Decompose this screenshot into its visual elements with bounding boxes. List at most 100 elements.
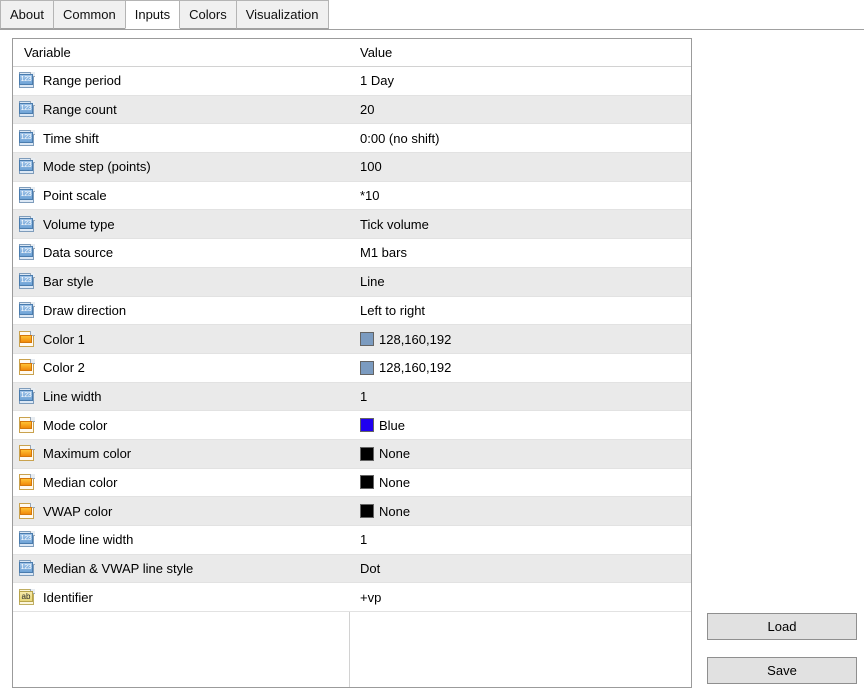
variable-cell: 123 Range period (19, 67, 121, 95)
value-cell[interactable]: Blue (360, 411, 405, 439)
variable-label: Range count (43, 102, 117, 117)
variable-label: VWAP color (43, 504, 112, 519)
table-row[interactable]: Median color None (13, 469, 691, 498)
variable-label: Color 1 (43, 332, 85, 347)
variable-cell: abIdentifier (19, 583, 93, 611)
variable-label: Draw direction (43, 303, 126, 318)
variable-cell: 123Volume type (19, 210, 115, 238)
tab-bar: AboutCommonInputsColorsVisualization (0, 0, 864, 30)
table-row[interactable]: 123 Range period 1 Day (13, 67, 691, 96)
table-row[interactable]: Color 1 128,160,192 (13, 325, 691, 354)
value-cell[interactable]: 0:00 (no shift) (360, 124, 440, 152)
value-cell[interactable]: 100 (360, 153, 382, 181)
color-swatch[interactable] (360, 447, 374, 461)
color-icon (19, 359, 36, 376)
tab-inputs[interactable]: Inputs (125, 0, 180, 29)
value-label: Dot (360, 561, 380, 576)
table-row[interactable]: Color 2128,160,192 (13, 354, 691, 383)
color-swatch[interactable] (360, 418, 374, 432)
table-row[interactable]: 123Median & VWAP line styleDot (13, 555, 691, 584)
variable-label: Maximum color (43, 446, 131, 461)
variable-label: Range period (43, 73, 121, 88)
string-icon: ab (19, 589, 36, 606)
tab-common[interactable]: Common (53, 0, 126, 29)
numeric-icon: 123 (19, 130, 36, 147)
numeric-icon: 123 (19, 187, 36, 204)
value-label: 1 (360, 532, 367, 547)
variable-cell: Median color (19, 469, 117, 497)
value-label: 0:00 (no shift) (360, 131, 440, 146)
variable-label: Point scale (43, 188, 107, 203)
value-cell[interactable]: *10 (360, 182, 380, 210)
column-header-variable: Variable (24, 39, 71, 66)
variable-cell: Maximum color (19, 440, 131, 468)
value-cell[interactable]: 1 (360, 526, 367, 554)
variable-label: Data source (43, 245, 113, 260)
table-row[interactable]: 123Time shift0:00 (no shift) (13, 124, 691, 153)
variable-cell: 123Mode line width (19, 526, 133, 554)
numeric-icon: 123 (19, 72, 36, 89)
variable-cell: Mode color (19, 411, 107, 439)
value-cell[interactable]: Left to right (360, 297, 425, 325)
value-cell[interactable]: None (360, 469, 410, 497)
table-row[interactable]: 123Line width 1 (13, 383, 691, 412)
table-row[interactable]: 123 Data source M1 bars (13, 239, 691, 268)
value-cell[interactable]: None (360, 440, 410, 468)
table-row[interactable]: 123Volume type Tick volume (13, 210, 691, 239)
value-cell[interactable]: 1 Day (360, 67, 394, 95)
value-label: 128,160,192 (379, 360, 451, 375)
color-icon (19, 331, 36, 348)
variable-cell: VWAP color (19, 497, 112, 525)
value-cell[interactable]: Dot (360, 555, 380, 583)
table-row[interactable]: abIdentifier +vp (13, 583, 691, 612)
variable-cell: Color 1 (19, 325, 85, 353)
value-cell[interactable]: Tick volume (360, 210, 429, 238)
table-row[interactable]: Mode color Blue (13, 411, 691, 440)
variable-label: Median & VWAP line style (43, 561, 193, 576)
table-row[interactable]: 123 Range count 20 (13, 96, 691, 125)
variable-cell: 123 Point scale (19, 182, 107, 210)
table-row[interactable]: 123 Point scale *10 (13, 182, 691, 211)
table-row[interactable]: 123Bar style Line (13, 268, 691, 297)
table-row[interactable]: 123Mode line width 1 (13, 526, 691, 555)
value-cell[interactable]: Line (360, 268, 385, 296)
value-label: None (379, 446, 410, 461)
value-cell[interactable]: None (360, 497, 410, 525)
color-icon (19, 503, 36, 520)
variable-label: Mode step (points) (43, 159, 151, 174)
value-label: None (379, 504, 410, 519)
inputs-parameter-table[interactable]: Variable Value 123 Range period 1 Day 123 Ra… (12, 38, 692, 688)
color-swatch[interactable] (360, 475, 374, 489)
save-button[interactable]: Save (707, 657, 857, 684)
tab-visualization[interactable]: Visualization (236, 0, 329, 29)
value-cell[interactable]: +vp (360, 583, 381, 611)
table-row[interactable]: VWAP color None (13, 497, 691, 526)
tab-colors[interactable]: Colors (179, 0, 237, 29)
numeric-icon: 123 (19, 531, 36, 548)
variable-cell: 123Line width (19, 383, 102, 411)
table-row[interactable]: Maximum color None (13, 440, 691, 469)
color-swatch[interactable] (360, 504, 374, 518)
value-label: *10 (360, 188, 380, 203)
variable-label: Mode color (43, 418, 107, 433)
variable-cell: 123Bar style (19, 268, 94, 296)
tab-about[interactable]: About (0, 0, 54, 29)
value-cell[interactable]: 20 (360, 96, 374, 124)
value-cell[interactable]: M1 bars (360, 239, 407, 267)
color-icon (19, 445, 36, 462)
value-cell[interactable]: 1 (360, 383, 367, 411)
value-cell[interactable]: 128,160,192 (360, 325, 451, 353)
table-body: 123Range period1 Day123Range count20123T… (13, 67, 691, 612)
load-button[interactable]: Load (707, 613, 857, 640)
value-label: Left to right (360, 303, 425, 318)
value-label: +vp (360, 590, 381, 605)
numeric-icon: 123 (19, 101, 36, 118)
value-cell[interactable]: 128,160,192 (360, 354, 451, 382)
color-swatch[interactable] (360, 361, 374, 375)
column-header-value: Value (360, 39, 392, 66)
value-label: 1 Day (360, 73, 394, 88)
color-swatch[interactable] (360, 332, 374, 346)
table-row[interactable]: 123Mode step (points)100 (13, 153, 691, 182)
table-row[interactable]: 123Draw directionLeft to right (13, 297, 691, 326)
numeric-icon: 123 (19, 244, 36, 261)
